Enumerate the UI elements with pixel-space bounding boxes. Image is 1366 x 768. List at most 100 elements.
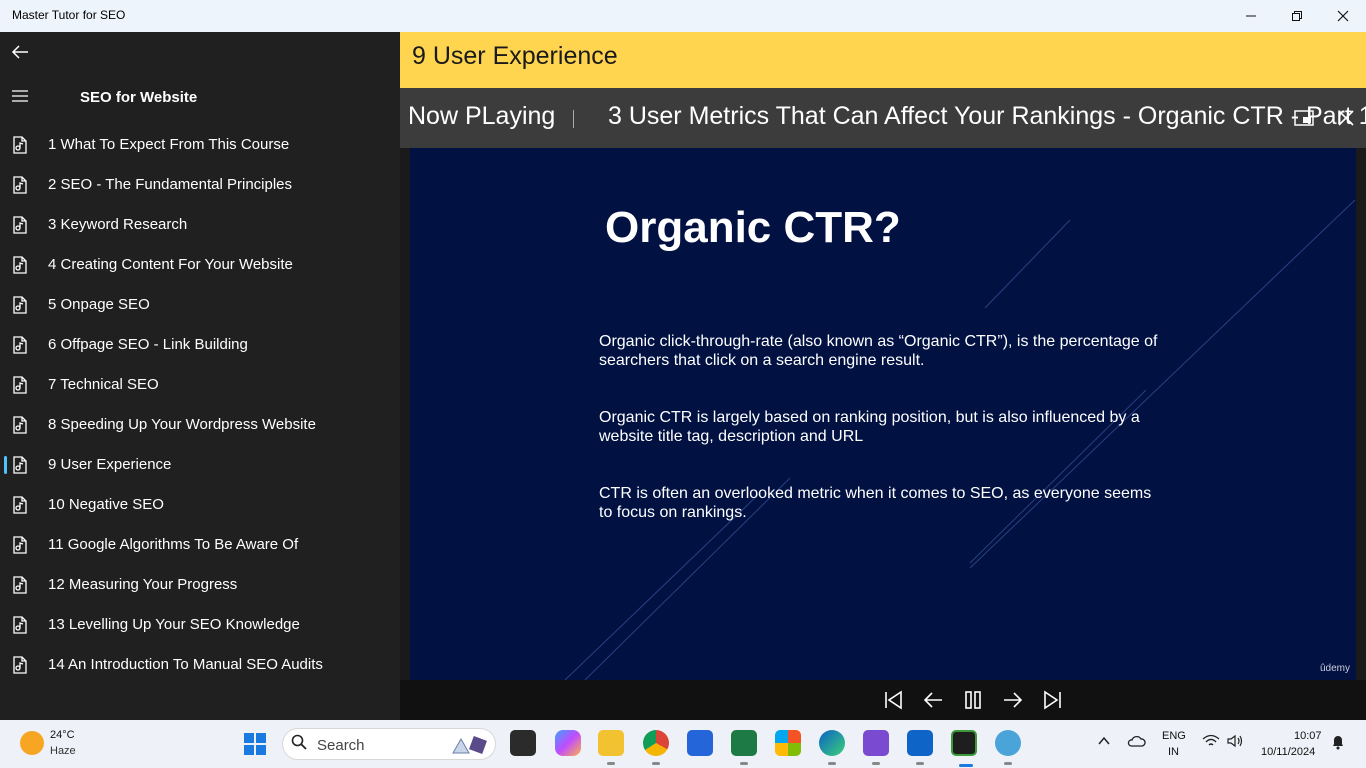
close-player-button[interactable] bbox=[1334, 106, 1358, 130]
sidebar-item-label: 2 SEO - The Fundamental Principles bbox=[48, 176, 293, 193]
volume-icon[interactable] bbox=[1226, 734, 1244, 751]
copilot-icon[interactable] bbox=[555, 730, 581, 756]
clock-date[interactable]: 10/11/2024 bbox=[1261, 746, 1315, 758]
visual-studio-icon[interactable] bbox=[863, 730, 889, 765]
video-frame[interactable]: Organic CTR? Organic click-through-rate … bbox=[410, 148, 1356, 680]
search-highlight-icon bbox=[452, 736, 487, 754]
slide-title: Organic CTR? bbox=[605, 203, 901, 252]
clock-time[interactable]: 10:07 bbox=[1294, 730, 1322, 742]
pause-button[interactable] bbox=[959, 686, 987, 714]
task-view-icon[interactable] bbox=[510, 730, 536, 756]
language-indicator[interactable]: ENG bbox=[1162, 730, 1186, 742]
network-app-icon[interactable] bbox=[995, 730, 1021, 765]
excel-icon[interactable] bbox=[731, 730, 757, 765]
search-placeholder: Search bbox=[317, 737, 365, 754]
sidebar-item-label: 9 User Experience bbox=[48, 456, 172, 473]
microsoft-icon[interactable] bbox=[775, 730, 801, 756]
skip-next-button[interactable] bbox=[1039, 686, 1067, 714]
audio-file-icon bbox=[13, 536, 27, 554]
chrome-icon[interactable] bbox=[643, 730, 669, 765]
skip-next-icon bbox=[1044, 690, 1061, 710]
rewind-button[interactable] bbox=[919, 686, 947, 714]
audio-file-icon bbox=[13, 256, 27, 274]
now-playing-label: Now PLaying bbox=[408, 102, 556, 130]
skip-previous-icon bbox=[885, 690, 902, 710]
chevron-up-icon[interactable] bbox=[1097, 734, 1111, 751]
now-playing-bar: Now PLaying 3 User Metrics That Can Affe… bbox=[400, 88, 1366, 148]
sidebar-item[interactable]: 9 User Experience bbox=[0, 445, 400, 485]
audio-file-icon bbox=[13, 496, 27, 514]
weather-haze-icon[interactable] bbox=[20, 731, 44, 755]
selection-indicator bbox=[4, 456, 7, 474]
onedrive-icon[interactable] bbox=[1126, 734, 1146, 751]
audio-file-icon bbox=[13, 216, 27, 234]
audio-file-icon bbox=[13, 656, 27, 674]
sidebar-item-label: 4 Creating Content For Your Website bbox=[48, 256, 293, 273]
taskbar: 24°C Haze Search ENG IN 10:07 10/11/2024 bbox=[0, 720, 1366, 768]
start-button[interactable] bbox=[244, 733, 266, 755]
sidebar-item[interactable]: 6 Offpage SEO - Link Building bbox=[0, 325, 400, 365]
skip-previous-button[interactable] bbox=[879, 686, 907, 714]
notification-bell-icon[interactable] bbox=[1331, 734, 1345, 753]
course-section-list: 1 What To Expect From This Course 2 SEO -… bbox=[0, 125, 400, 685]
section-title: 9 User Experience bbox=[412, 42, 618, 70]
close-button[interactable] bbox=[1320, 0, 1366, 32]
pip-icon bbox=[1294, 110, 1314, 126]
audio-file-icon bbox=[13, 176, 27, 194]
sidebar-item-label: 7 Technical SEO bbox=[48, 376, 159, 393]
taskbar-search[interactable]: Search bbox=[282, 728, 496, 760]
forward-button[interactable] bbox=[999, 686, 1027, 714]
sidebar-item[interactable]: 2 SEO - The Fundamental Principles bbox=[0, 165, 400, 205]
sidebar-item[interactable]: 7 Technical SEO bbox=[0, 365, 400, 405]
menu-button[interactable] bbox=[8, 82, 32, 110]
close-icon bbox=[1338, 110, 1354, 126]
sidebar: SEO for Website 1 What To Expect From Th… bbox=[0, 32, 400, 720]
audio-file-icon bbox=[13, 296, 27, 314]
edge-icon[interactable] bbox=[819, 730, 845, 765]
file-explorer-icon[interactable] bbox=[598, 730, 624, 765]
sidebar-item-label: 6 Offpage SEO - Link Building bbox=[48, 336, 248, 353]
weather-temp[interactable]: 24°C bbox=[50, 729, 75, 741]
sidebar-item[interactable]: 14 An Introduction To Manual SEO Audits bbox=[0, 645, 400, 685]
sidebar-item[interactable]: 10 Negative SEO bbox=[0, 485, 400, 525]
close-icon bbox=[1337, 10, 1349, 22]
divider bbox=[573, 110, 574, 128]
slide-paragraph: CTR is often an overlooked metric when i… bbox=[599, 485, 1152, 521]
language-region[interactable]: IN bbox=[1168, 746, 1179, 758]
sidebar-item-label: 11 Google Algorithms To Be Aware Of bbox=[48, 536, 299, 553]
minimize-button[interactable] bbox=[1228, 0, 1274, 32]
sidebar-item[interactable]: 3 Keyword Research bbox=[0, 205, 400, 245]
main-panel: 9 User Experience Now PLaying 3 User Met… bbox=[400, 32, 1366, 720]
slide-paragraph: Organic CTR is largely based on ranking … bbox=[599, 409, 1140, 445]
wifi-icon[interactable] bbox=[1202, 734, 1220, 751]
minimize-icon bbox=[1246, 15, 1256, 17]
restore-icon bbox=[1292, 11, 1302, 21]
sidebar-item-label: 10 Negative SEO bbox=[48, 496, 164, 513]
app-icon[interactable] bbox=[951, 730, 977, 767]
sidebar-item[interactable]: 11 Google Algorithms To Be Aware Of bbox=[0, 525, 400, 565]
sidebar-item[interactable]: 4 Creating Content For Your Website bbox=[0, 245, 400, 285]
slide-paragraph: Organic click-through-rate (also known a… bbox=[599, 333, 1158, 369]
back-arrow-icon bbox=[11, 45, 28, 59]
sidebar-item-label: 14 An Introduction To Manual SEO Audits bbox=[48, 656, 323, 673]
sidebar-item[interactable]: 5 Onpage SEO bbox=[0, 285, 400, 325]
sidebar-item-label: 1 What To Expect From This Course bbox=[48, 136, 290, 153]
audio-file-icon bbox=[13, 136, 27, 154]
sidebar-item[interactable]: 1 What To Expect From This Course bbox=[0, 125, 400, 165]
sidebar-item[interactable]: 8 Speeding Up Your Wordpress Website bbox=[0, 405, 400, 445]
weather-desc[interactable]: Haze bbox=[50, 745, 76, 757]
back-button[interactable] bbox=[8, 38, 32, 66]
player-controls bbox=[400, 680, 1366, 720]
picture-in-picture-button[interactable] bbox=[1292, 106, 1316, 130]
audio-file-icon bbox=[13, 576, 27, 594]
sidebar-item[interactable]: 12 Measuring Your Progress bbox=[0, 565, 400, 605]
sidebar-item-label: 3 Keyword Research bbox=[48, 216, 188, 233]
microsoft-store-icon[interactable] bbox=[687, 730, 713, 756]
hamburger-icon bbox=[12, 90, 28, 102]
sidebar-item[interactable]: 13 Levelling Up Your SEO Knowledge bbox=[0, 605, 400, 645]
sidebar-title: SEO for Website bbox=[80, 89, 198, 106]
arrow-right-icon bbox=[1004, 692, 1023, 708]
outlook-icon[interactable] bbox=[907, 730, 933, 765]
sidebar-item-label: 8 Speeding Up Your Wordpress Website bbox=[48, 416, 316, 433]
maximize-button[interactable] bbox=[1274, 0, 1320, 32]
